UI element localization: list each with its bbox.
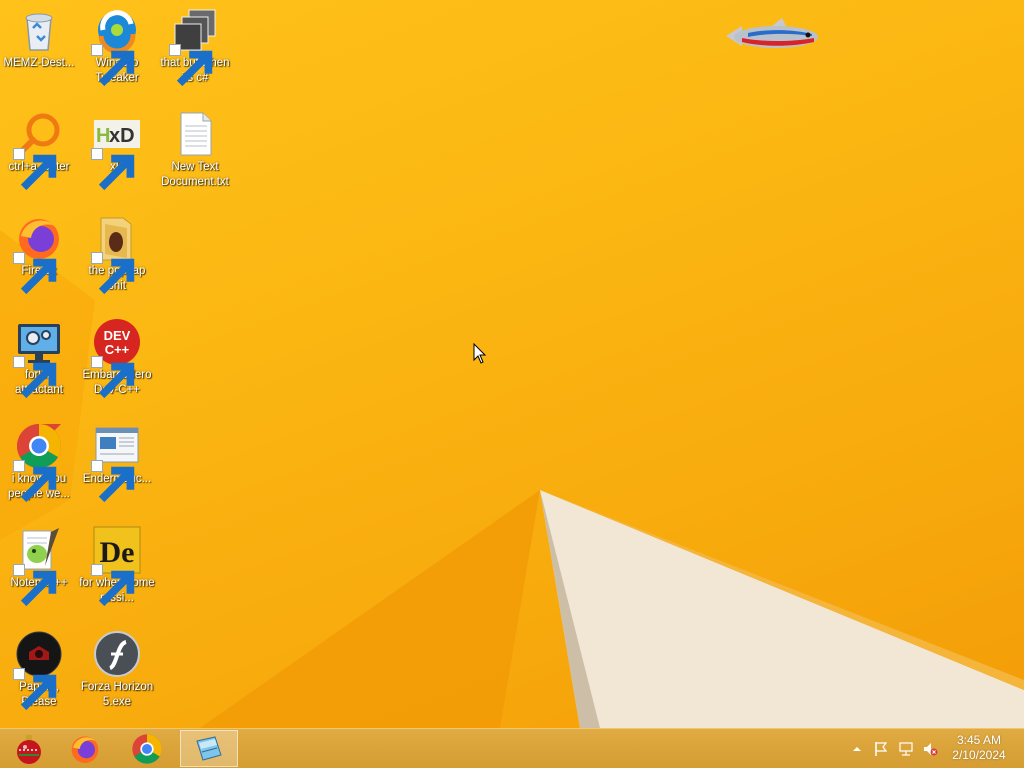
desktop-icon-notepadpp[interactable]: Notepad++	[0, 520, 78, 607]
action-center-flag-icon	[875, 741, 888, 756]
folder-icon	[91, 214, 141, 295]
chrome-icon	[132, 733, 162, 764]
taskbar-notepad-button[interactable]	[180, 730, 238, 767]
taskbar-chrome-button[interactable]	[118, 730, 176, 767]
desktop-icon-firefox[interactable]: Firefox	[0, 208, 78, 295]
svg-text:DEV: DEV	[104, 328, 131, 343]
desktop-icon-label: New Text Document.txt	[161, 161, 229, 188]
show-hidden-icons-button[interactable]	[848, 729, 866, 768]
desktop-icon-new-text-document[interactable]: New Text Document.txt	[156, 104, 234, 190]
show-hidden-icons-icon	[853, 746, 861, 751]
desktop-icon-ctrl-a-enter[interactable]: ctrl+a, enter	[0, 104, 78, 191]
firefox-icon	[13, 214, 63, 295]
shortcut-arrow-icon	[13, 564, 57, 607]
papers-please-icon	[13, 630, 63, 711]
hxd-icon: HxD	[91, 110, 141, 191]
shortcut-arrow-icon	[91, 460, 135, 503]
devcpp-icon: DEV C++	[91, 318, 141, 399]
winaero-tweaker-icon	[91, 6, 141, 87]
desktop[interactable]: MEMZ-Dest... Winaero Tweaker that but wh…	[0, 0, 1024, 728]
shortcut-arrow-icon	[13, 148, 57, 191]
network-icon	[899, 741, 913, 756]
desktop-icon-endermanch[interactable]: Endermanc...	[78, 416, 156, 503]
desktop-icon-for-when-russi[interactable]: De for when some russi...	[78, 520, 156, 607]
text-document-icon	[171, 110, 219, 158]
shortcut-arrow-icon	[91, 564, 135, 607]
shortcut-arrow-icon	[169, 44, 213, 87]
fish-icon	[726, 18, 818, 48]
desktop-icon-that-but-when[interactable]: that but when its c#	[156, 0, 234, 87]
shortcut-arrow-icon	[91, 252, 135, 295]
volume-muted-icon	[924, 742, 938, 755]
taskbar: 3:45 AM 2/10/2024	[0, 728, 1024, 768]
monitor-gears-icon	[13, 318, 63, 399]
flash-icon	[93, 630, 141, 678]
notepadpp-icon	[13, 526, 63, 607]
action-center-button[interactable]	[870, 729, 892, 768]
clock-time: 3:45 AM	[956, 733, 1002, 747]
shortcut-arrow-icon	[91, 44, 135, 87]
clock-date: 2/10/2024	[952, 748, 1006, 762]
desktop-icon-forza-horizon[interactable]: Forza Horizon 5.exe	[78, 624, 156, 710]
hxd-badge: xD	[109, 125, 135, 147]
shortcut-arrow-icon	[13, 356, 57, 399]
shortcut-arrow-icon	[13, 252, 57, 295]
desktop-icon-forkie-attractant[interactable]: forkie attractant	[0, 312, 78, 399]
desktop-icon-winaero[interactable]: Winaero Tweaker	[78, 0, 156, 87]
desktop-icon-papers-please[interactable]: Papers, Please	[0, 624, 78, 711]
magnifier-icon	[13, 110, 63, 191]
de-icon: De	[91, 526, 141, 607]
volume-button[interactable]	[919, 729, 941, 768]
taskbar-firefox-button[interactable]	[56, 730, 114, 767]
desktop-icon-chrome[interactable]: i know you people we...	[0, 416, 78, 503]
desktop-icon-popcap-folder[interactable]: the popcap shit	[78, 208, 156, 295]
chrome-icon	[13, 422, 63, 503]
desktop-icon-label: Forza Horizon 5.exe	[80, 681, 154, 708]
shortcut-arrow-icon	[91, 356, 135, 399]
notepad-icon	[196, 735, 222, 761]
network-button[interactable]	[895, 729, 917, 768]
desktop-icon-devcpp[interactable]: DEV C++ Embarcadero Dev-C++	[78, 312, 156, 399]
taskbar-start-button[interactable]	[0, 730, 58, 767]
shortcut-arrow-icon	[91, 148, 135, 191]
shortcut-arrow-icon	[13, 668, 57, 711]
desktop-icon-memz[interactable]: MEMZ-Dest...	[0, 0, 78, 71]
start-ornament-icon	[17, 734, 41, 764]
shortcut-arrow-icon	[13, 460, 57, 503]
firefox-icon	[71, 735, 99, 763]
desktop-icon-xd[interactable]: HxD xD	[78, 104, 156, 191]
desktop-icon-label: MEMZ-Dest...	[3, 57, 75, 69]
clock[interactable]: 3:45 AM 2/10/2024	[944, 733, 1014, 763]
window-app-icon	[91, 422, 141, 503]
recycle-bin-icon	[15, 6, 63, 54]
svg-text:C++: C++	[105, 342, 130, 357]
mouse-cursor-icon	[473, 343, 487, 364]
stacked-windows-icon	[169, 6, 219, 87]
